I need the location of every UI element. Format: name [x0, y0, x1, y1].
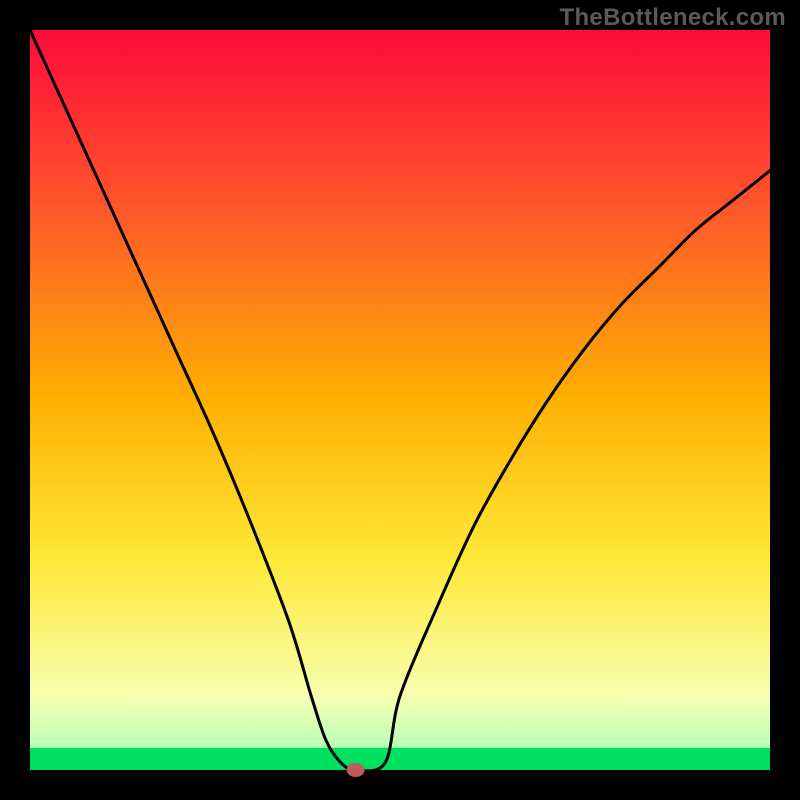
optimal-marker [347, 763, 365, 777]
chart-container: TheBottleneck.com [0, 0, 800, 800]
bottleneck-chart [0, 0, 800, 800]
green-band [30, 748, 770, 770]
plot-background [30, 30, 770, 770]
watermark-text: TheBottleneck.com [560, 4, 786, 32]
